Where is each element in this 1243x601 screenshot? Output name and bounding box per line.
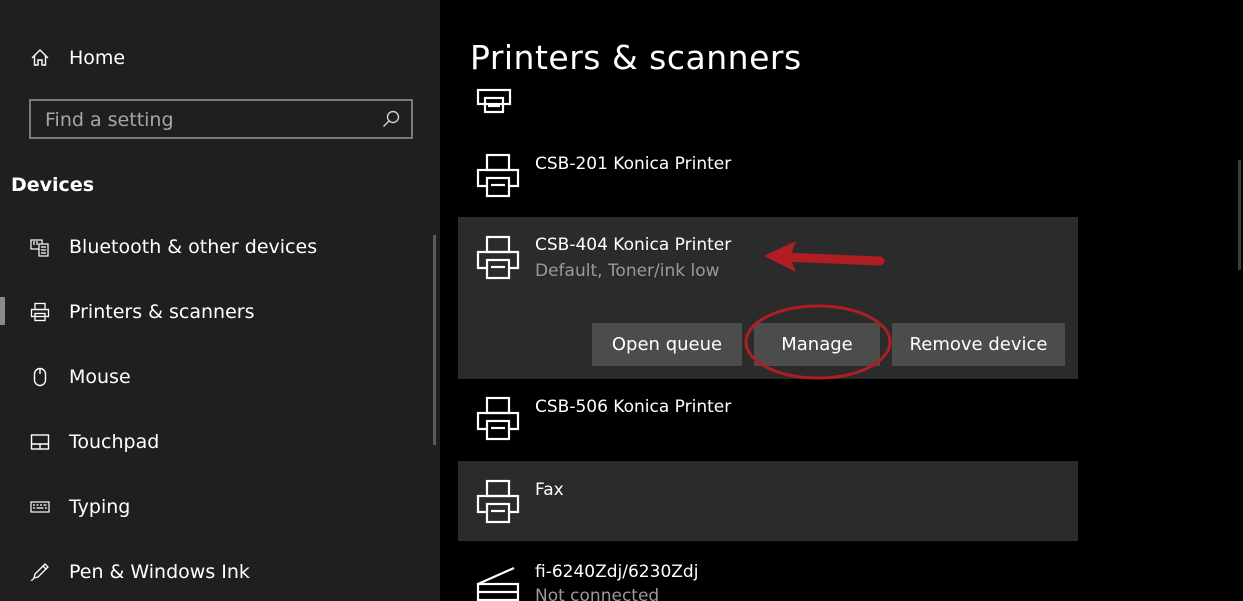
section-title-devices: Devices (11, 174, 95, 196)
home-icon (30, 48, 50, 68)
printer-name: fi-6240Zdj/6230Zdj (535, 562, 699, 582)
sidebar-item-label: Typing (69, 496, 131, 518)
printer-icon (30, 302, 50, 322)
keyboard-icon (30, 497, 50, 517)
printer-icon (476, 153, 520, 198)
mouse-icon (30, 367, 50, 387)
page-title: Printers & scanners (470, 38, 802, 77)
bluetooth-devices-icon (30, 237, 50, 257)
open-queue-button[interactable]: Open queue (592, 323, 742, 366)
printer-icon (476, 479, 520, 524)
sidebar-item-mouse[interactable]: Mouse (0, 355, 440, 399)
search-box[interactable] (29, 99, 413, 139)
sidebar-item-label: Bluetooth & other devices (69, 236, 318, 258)
sidebar-item-label: Pen & Windows Ink (69, 561, 250, 583)
printer-list-item[interactable]: CSB-506 Konica Printer (458, 385, 1078, 455)
printer-name: CSB-506 Konica Printer (535, 397, 732, 417)
sidebar-item-label: Printers & scanners (69, 301, 255, 323)
annotation-circle (744, 304, 892, 380)
settings-sidebar: Home Devices Bluetooth & other devices P… (0, 0, 440, 601)
annotation-arrow (764, 241, 885, 272)
sidebar-scrollbar[interactable] (433, 235, 436, 445)
sidebar-item-printers-scanners[interactable]: Printers & scanners (0, 290, 440, 334)
sidebar-item-label: Mouse (69, 366, 131, 388)
printer-name: Fax (535, 480, 564, 500)
sidebar-item-pen[interactable]: Pen & Windows Ink (0, 550, 440, 594)
printer-icon (476, 396, 520, 441)
touchpad-icon (30, 432, 50, 452)
main-content: Printers & scanners CSB-201 Konica Print… (440, 0, 1243, 601)
printer-icon (476, 88, 512, 114)
printer-name: CSB-201 Konica Printer (535, 154, 732, 174)
remove-device-button[interactable]: Remove device (892, 323, 1065, 366)
nav-home-label: Home (69, 47, 126, 69)
printer-icon (476, 235, 520, 280)
search-input[interactable] (43, 101, 377, 139)
printer-list-item[interactable]: CSB-201 Konica Printer (458, 140, 1078, 210)
main-scrollbar[interactable] (1238, 160, 1241, 270)
nav-home[interactable]: Home (0, 36, 440, 80)
sidebar-item-touchpad[interactable]: Touchpad (0, 420, 440, 464)
printer-list-item[interactable]: fi-6240Zdj/6230Zdj Not connected (458, 548, 1078, 601)
printer-status: Default, Toner/ink low (535, 261, 720, 281)
printer-status: Not connected (535, 586, 660, 601)
scanner-icon (476, 566, 520, 601)
sidebar-item-typing[interactable]: Typing (0, 485, 440, 529)
sidebar-item-label: Touchpad (69, 431, 160, 453)
pen-icon (30, 562, 50, 582)
printer-list-item[interactable]: Fax (458, 461, 1078, 541)
printer-list-item[interactable] (458, 84, 1078, 124)
search-icon[interactable] (381, 109, 401, 129)
sidebar-item-bluetooth[interactable]: Bluetooth & other devices (0, 225, 440, 269)
printer-name: CSB-404 Konica Printer (535, 235, 732, 255)
